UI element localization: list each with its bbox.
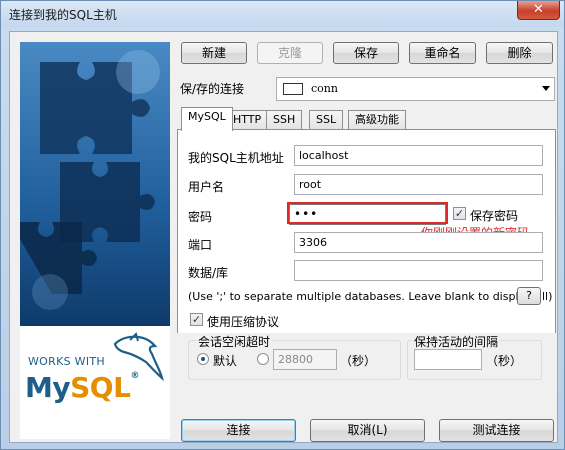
idle-default-label: 默认 [213, 354, 238, 368]
password-label: 密码 [188, 210, 213, 224]
username-input[interactable]: root [294, 174, 543, 195]
cancel-button[interactable]: 取消(L) [310, 419, 425, 442]
connection-dialog: 连接到我的SQL主机 ✕ WORKS WITH MySQL® 新建 克隆 保存 … [0, 0, 565, 450]
idle-custom-radio[interactable] [257, 353, 269, 365]
rename-button[interactable]: 重命名 [409, 42, 476, 64]
title-bar: 连接到我的SQL主机 ✕ [1, 1, 564, 27]
saved-connections-label: 保/存的连接 [180, 82, 245, 96]
host-input[interactable]: localhost [294, 145, 543, 166]
keepalive-input[interactable] [414, 349, 482, 370]
password-highlight-box [287, 202, 448, 224]
tab-advanced[interactable]: 高级功能 [348, 110, 406, 130]
delete-button[interactable]: 删除 [486, 42, 553, 64]
keepalive-title: 保持活动的间隔 [412, 333, 501, 350]
chevron-down-icon[interactable] [542, 86, 550, 91]
saved-connections-select[interactable]: conn [276, 77, 555, 101]
help-button[interactable]: ? [517, 287, 541, 305]
connect-button[interactable]: 连接 [181, 419, 296, 442]
tab-mysql[interactable]: MySQL [181, 107, 233, 131]
idle-timeout-input[interactable]: 28800 [273, 349, 337, 370]
host-label: 我的SQL主机地址 [188, 151, 284, 165]
port-label: 端口 [188, 238, 213, 252]
username-label: 用户名 [188, 180, 225, 194]
save-password-checkbox[interactable]: ✓ [453, 207, 466, 220]
port-input[interactable]: 3306 [294, 232, 543, 253]
window-title: 连接到我的SQL主机 [9, 8, 117, 22]
tab-ssh[interactable]: SSH [266, 110, 303, 130]
compress-protocol-checkbox[interactable]: ✓ [190, 313, 203, 326]
puzzle-image [20, 42, 170, 326]
saved-connection-value: conn [311, 82, 338, 95]
keepalive-unit-label: （秒） [486, 354, 523, 368]
compress-protocol-label: 使用压缩协议 [207, 315, 280, 329]
mysql-logo: WORKS WITH MySQL® [20, 326, 170, 439]
idle-unit-label: （秒） [340, 354, 377, 368]
puzzle-banner-image: WORKS WITH MySQL® [20, 42, 170, 439]
dolphin-icon [113, 332, 164, 382]
dialog-body: WORKS WITH MySQL® 新建 克隆 保存 重命名 删除 保/存的连接… [9, 31, 558, 443]
database-label: 数据/库 [188, 266, 229, 280]
idle-default-radio[interactable] [197, 353, 209, 365]
database-input[interactable] [294, 260, 543, 281]
tab-ssl[interactable]: SSL [309, 110, 344, 130]
works-with-text: WORKS WITH [28, 355, 105, 368]
test-connection-button[interactable]: 测试连接 [439, 419, 554, 442]
save-password-label: 保存密码 [470, 209, 519, 223]
idle-timeout-title: 会话空闲超时 [196, 333, 273, 350]
database-hint: (Use ';' to separate multiple databases.… [188, 290, 553, 303]
color-swatch [283, 83, 303, 95]
save-button[interactable]: 保存 [333, 42, 399, 64]
new-button[interactable]: 新建 [181, 42, 247, 64]
clone-button[interactable]: 克隆 [257, 42, 323, 64]
close-button[interactable]: ✕ [517, 1, 560, 20]
